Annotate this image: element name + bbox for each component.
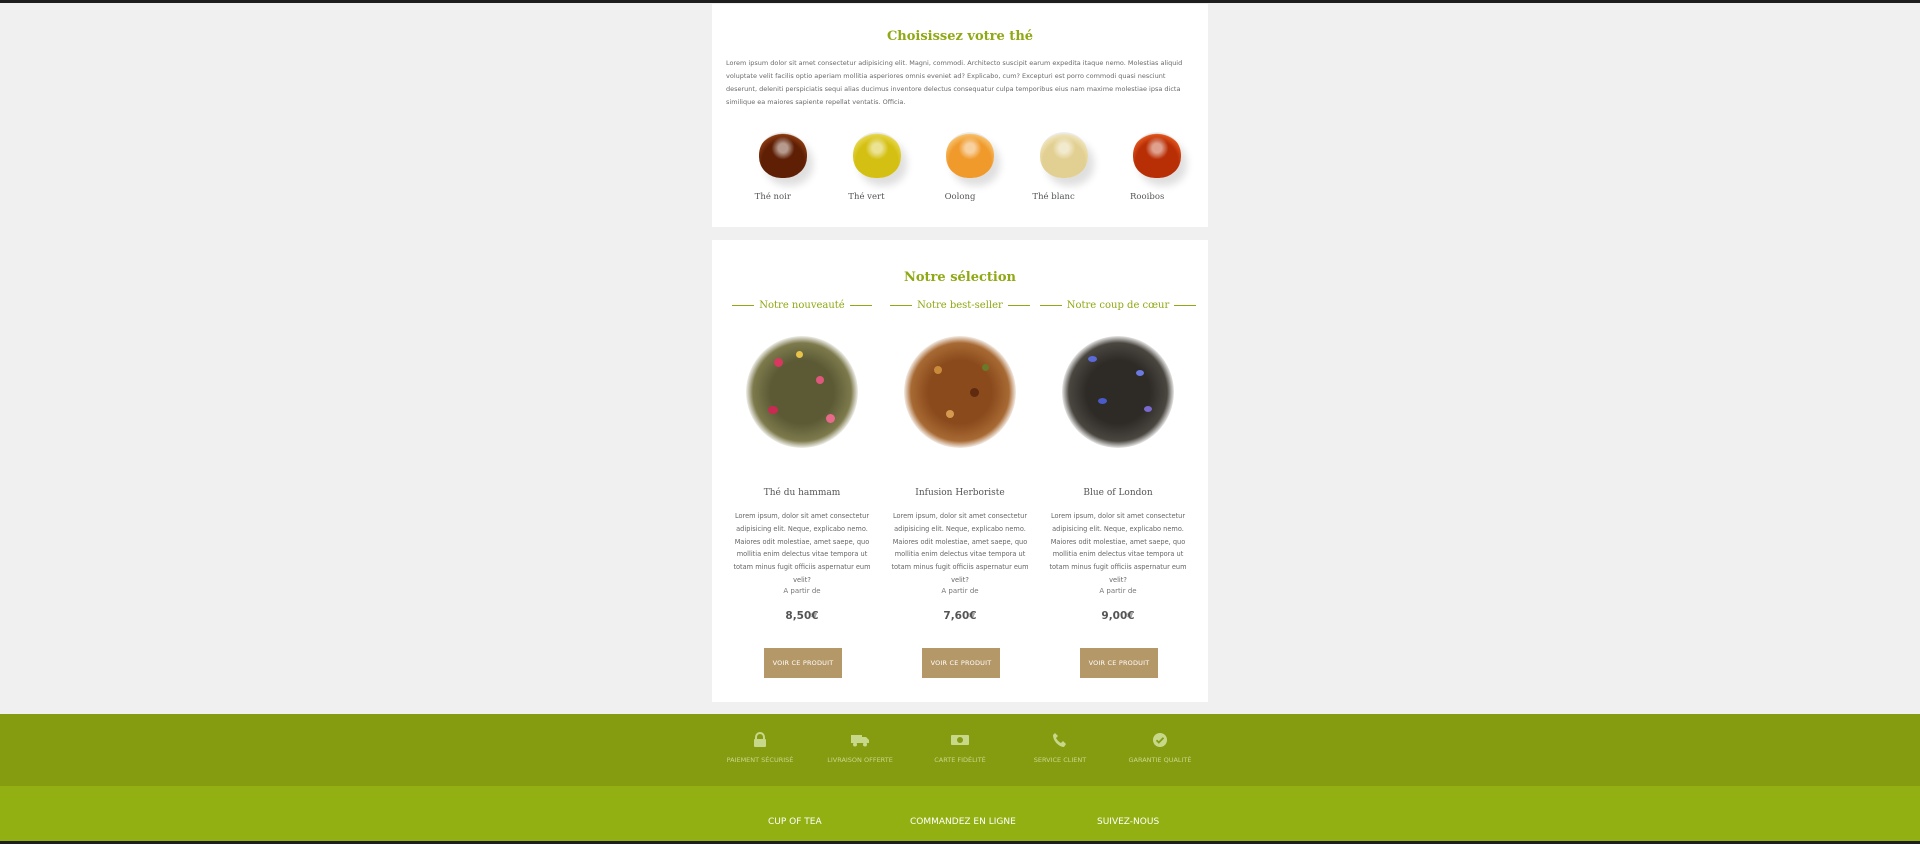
features-list: PAIEMENT SÉCURISÉ LIVRAISON OFFERTE CART… — [712, 714, 1208, 786]
petal-decoration — [826, 414, 835, 423]
product-list: Notre nouveauté Thé du hammam Lorem ipsu… — [732, 300, 1197, 700]
petal-decoration — [768, 406, 778, 414]
top-border — [0, 0, 1920, 3]
badge-divider — [1174, 305, 1197, 306]
feature-loyalty-card: CARTE FIDÉLITÉ — [912, 714, 1008, 786]
product-name[interactable]: Thé du hammam — [732, 488, 872, 498]
feature-free-delivery: LIVRAISON OFFERTE — [812, 714, 908, 786]
cornflower-decoration — [1088, 356, 1097, 362]
choose-tea-title: Choisissez votre thé — [886, 29, 1034, 44]
product-card: Notre coup de cœur Blue of London Lorem … — [1039, 300, 1197, 700]
product-name[interactable]: Infusion Herboriste — [890, 488, 1030, 498]
features-band: PAIEMENT SÉCURISÉ LIVRAISON OFFERTE CART… — [0, 714, 1920, 786]
feature-label: LIVRAISON OFFERTE — [827, 756, 893, 764]
product-description: Lorem ipsum, dolor sit amet consectetur … — [733, 512, 871, 584]
feature-label: CARTE FIDÉLITÉ — [934, 756, 986, 764]
tea-cup-noir-image — [759, 132, 807, 178]
product-price: 7,60€ — [943, 610, 977, 622]
product-image-the-du-hammam[interactable] — [746, 336, 858, 448]
badge-divider — [890, 305, 913, 306]
banknote-icon — [912, 732, 1008, 748]
price-from-label: A partir de — [1099, 587, 1137, 595]
view-product-button[interactable]: VOIR CE PRODUIT — [1080, 648, 1158, 678]
feature-label: GARANTIE QUALITÉ — [1128, 756, 1192, 764]
footer-link-commandez-en-ligne[interactable]: COMMANDEZ EN LIGNE — [910, 817, 1016, 827]
choose-tea-section: Choisissez votre thé Lorem ipsum dolor s… — [712, 4, 1208, 227]
product-badge: Notre coup de cœur — [1038, 300, 1198, 311]
tea-type-rooibos[interactable]: Rooibos — [1100, 124, 1194, 214]
product-price: 9,00€ — [1101, 610, 1135, 622]
truck-icon — [812, 732, 908, 748]
phone-icon — [1012, 732, 1108, 748]
fruit-decoration — [982, 364, 989, 371]
cornflower-decoration — [1098, 398, 1107, 404]
feature-quality-guarantee: GARANTIE QUALITÉ — [1112, 714, 1208, 786]
tea-type-label: Thé vert — [848, 192, 885, 202]
tea-type-label: Oolong — [944, 192, 976, 202]
product-badge-label: Notre coup de cœur — [1066, 300, 1170, 311]
petal-decoration — [816, 376, 824, 384]
view-product-button[interactable]: VOIR CE PRODUIT — [922, 648, 1000, 678]
view-product-button[interactable]: VOIR CE PRODUIT — [764, 648, 842, 678]
badge-divider — [732, 305, 755, 306]
fruit-decoration — [934, 366, 942, 374]
tea-cup-blanc-image — [1039, 132, 1088, 178]
feature-customer-service: SERVICE CLIENT — [1012, 714, 1108, 786]
product-badge-label: Notre nouveauté — [759, 300, 845, 311]
tea-cup-rooibos-image — [1133, 132, 1182, 178]
product-description: Lorem ipsum, dolor sit amet consectetur … — [1049, 512, 1187, 584]
choose-tea-intro: Lorem ipsum dolor sit amet consectetur a… — [726, 59, 1183, 106]
fruit-decoration — [970, 388, 979, 397]
badge-divider — [1007, 305, 1030, 306]
product-image-blue-of-london[interactable] — [1062, 336, 1174, 448]
petal-decoration — [774, 358, 783, 367]
footer: CUP OF TEA COMMANDEZ EN LIGNE SUIVEZ-NOU… — [0, 786, 1920, 841]
cornflower-decoration — [1136, 370, 1144, 376]
tea-type-noir[interactable]: Thé noir — [726, 124, 820, 214]
tea-type-label: Thé noir — [754, 192, 791, 202]
price-from-label: A partir de — [783, 587, 821, 595]
petal-decoration — [796, 351, 803, 358]
footer-link-cup-of-tea[interactable]: CUP OF TEA — [768, 817, 822, 827]
badge-divider — [849, 305, 872, 306]
lock-icon — [712, 732, 808, 748]
feature-label: PAIEMENT SÉCURISÉ — [726, 756, 794, 764]
footer-link-suivez-nous[interactable]: SUIVEZ-NOUS — [1097, 817, 1159, 827]
product-badge: Notre best-seller — [880, 300, 1040, 311]
tea-cup-oolong-image — [946, 132, 995, 178]
selection-title: Notre sélection — [904, 270, 1016, 285]
tea-type-label: Rooibos — [1130, 192, 1165, 202]
product-price: 8,50€ — [785, 610, 819, 622]
product-card: Notre best-seller Infusion Herboriste Lo… — [890, 300, 1030, 700]
product-description: Lorem ipsum, dolor sit amet consectetur … — [891, 512, 1029, 584]
check-circle-icon — [1112, 732, 1208, 748]
tea-type-label: Thé blanc — [1032, 192, 1075, 202]
product-card: Notre nouveauté Thé du hammam Lorem ipsu… — [732, 300, 872, 700]
tea-type-list: Thé noir Thé vert Oolong Thé blanc Rooib… — [726, 124, 1194, 214]
tea-cup-vert-image — [852, 132, 901, 178]
tea-type-blanc[interactable]: Thé blanc — [1007, 124, 1101, 214]
selection-section: Notre sélection Notre nouveauté Thé du h… — [712, 240, 1208, 702]
product-badge: Notre nouveauté — [722, 300, 882, 311]
product-name[interactable]: Blue of London — [1048, 488, 1188, 498]
cornflower-decoration — [1144, 406, 1152, 412]
product-image-infusion-herboriste[interactable] — [904, 336, 1016, 448]
tea-type-oolong[interactable]: Oolong — [913, 124, 1007, 214]
feature-label: SERVICE CLIENT — [1033, 756, 1087, 764]
price-from-label: A partir de — [941, 587, 979, 595]
tea-type-vert[interactable]: Thé vert — [820, 124, 914, 214]
fruit-decoration — [946, 410, 954, 418]
feature-secure-payment: PAIEMENT SÉCURISÉ — [712, 714, 808, 786]
product-badge-label: Notre best-seller — [917, 300, 1003, 311]
badge-divider — [1039, 305, 1062, 306]
